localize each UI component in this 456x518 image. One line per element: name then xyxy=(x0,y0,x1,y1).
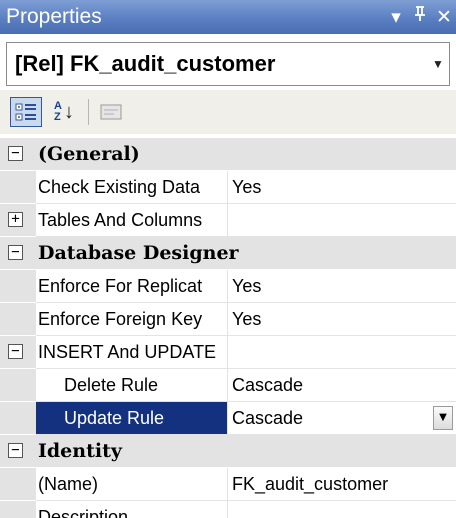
dropdown-arrow-icon[interactable]: ▼ xyxy=(433,406,453,430)
collapse-icon[interactable]: − xyxy=(8,344,23,359)
pin-icon xyxy=(415,6,425,21)
sort-az-icon: A Z xyxy=(54,101,62,123)
property-row-tables-and-columns[interactable]: + Tables And Columns xyxy=(0,204,456,237)
window-position-icon[interactable]: ▾ xyxy=(384,6,408,29)
property-name: Description xyxy=(38,507,129,518)
property-name: Enforce Foreign Key xyxy=(38,309,203,329)
property-row-enforce-for-replication[interactable]: Enforce For Replicat Yes xyxy=(0,270,456,303)
row-gutter xyxy=(0,171,36,203)
column-divider xyxy=(227,303,228,335)
property-row-description[interactable]: Description xyxy=(0,501,456,518)
property-name: Check Existing Data xyxy=(38,177,201,197)
column-divider xyxy=(227,171,228,203)
property-row-update-rule[interactable]: Update Rule Cascade ▼ xyxy=(0,402,456,435)
category-label: Identity xyxy=(38,440,122,462)
collapse-icon[interactable]: − xyxy=(8,245,23,260)
properties-window: Properties ▾ ✕ [Rel] FK_audit_customer ▼ xyxy=(0,0,456,518)
row-gutter xyxy=(0,402,36,434)
property-value[interactable]: Yes xyxy=(232,303,452,335)
column-divider xyxy=(227,402,228,434)
property-row-insert-and-update[interactable]: − INSERT And UPDATE xyxy=(0,336,456,369)
property-row-enforce-foreign-key[interactable]: Enforce Foreign Key Yes xyxy=(0,303,456,336)
column-divider xyxy=(227,501,228,518)
property-name: Tables And Columns xyxy=(38,210,203,230)
property-name: Enforce For Replicat xyxy=(38,276,203,296)
property-name: Delete Rule xyxy=(64,375,159,395)
category-general[interactable]: − (General) xyxy=(0,138,456,171)
property-pages-icon xyxy=(100,104,122,120)
property-pages-button[interactable] xyxy=(95,97,127,127)
chevron-down-icon[interactable]: ▼ xyxy=(427,57,449,71)
property-name: INSERT And UPDATE xyxy=(38,342,217,362)
sort-z-letter: Z xyxy=(54,111,61,123)
column-divider xyxy=(227,336,228,368)
property-value[interactable]: Yes xyxy=(232,270,452,302)
close-icon[interactable]: ✕ xyxy=(432,6,456,29)
expand-icon[interactable]: + xyxy=(8,212,23,227)
row-gutter xyxy=(0,270,36,302)
column-divider xyxy=(227,369,228,401)
title-bar: Properties ▾ ✕ xyxy=(0,0,456,34)
sort-arrow-icon: ↓ xyxy=(63,100,74,123)
property-row-name[interactable]: (Name) FK_audit_customer xyxy=(0,468,456,501)
row-gutter xyxy=(0,303,36,335)
property-name: Update Rule xyxy=(64,408,165,428)
auto-hide-pin-icon[interactable] xyxy=(408,6,432,28)
row-gutter xyxy=(0,468,36,500)
category-label: (General) xyxy=(38,143,140,165)
column-divider xyxy=(227,204,228,236)
categorized-button[interactable] xyxy=(10,97,42,127)
category-identity[interactable]: − Identity xyxy=(0,435,456,468)
column-divider xyxy=(227,270,228,302)
row-gutter xyxy=(0,501,36,518)
property-value[interactable]: Yes xyxy=(232,171,452,203)
collapse-icon[interactable]: − xyxy=(8,443,23,458)
window-title: Properties xyxy=(6,5,102,28)
property-grid: − (General) Check Existing Data Yes + Ta… xyxy=(0,138,456,518)
category-label: Database Designer xyxy=(38,242,239,264)
property-value[interactable]: Cascade xyxy=(232,369,452,401)
collapse-icon[interactable]: − xyxy=(8,146,23,161)
categorized-icon xyxy=(15,103,36,121)
toolbar-separator xyxy=(88,99,89,125)
property-name: (Name) xyxy=(38,474,99,494)
property-value[interactable]: Cascade xyxy=(232,402,452,434)
toolbar: A Z ↓ xyxy=(0,90,456,134)
property-value[interactable]: FK_audit_customer xyxy=(232,468,452,500)
object-selector-value: [Rel] FK_audit_customer xyxy=(15,51,276,76)
category-database-designer[interactable]: − Database Designer xyxy=(0,237,456,270)
alphabetical-button[interactable]: A Z ↓ xyxy=(48,97,80,127)
property-row-check-existing-data[interactable]: Check Existing Data Yes xyxy=(0,171,456,204)
column-divider xyxy=(227,468,228,500)
row-gutter xyxy=(0,369,36,401)
object-selector[interactable]: [Rel] FK_audit_customer ▼ xyxy=(6,42,450,86)
property-row-delete-rule[interactable]: Delete Rule Cascade xyxy=(0,369,456,402)
